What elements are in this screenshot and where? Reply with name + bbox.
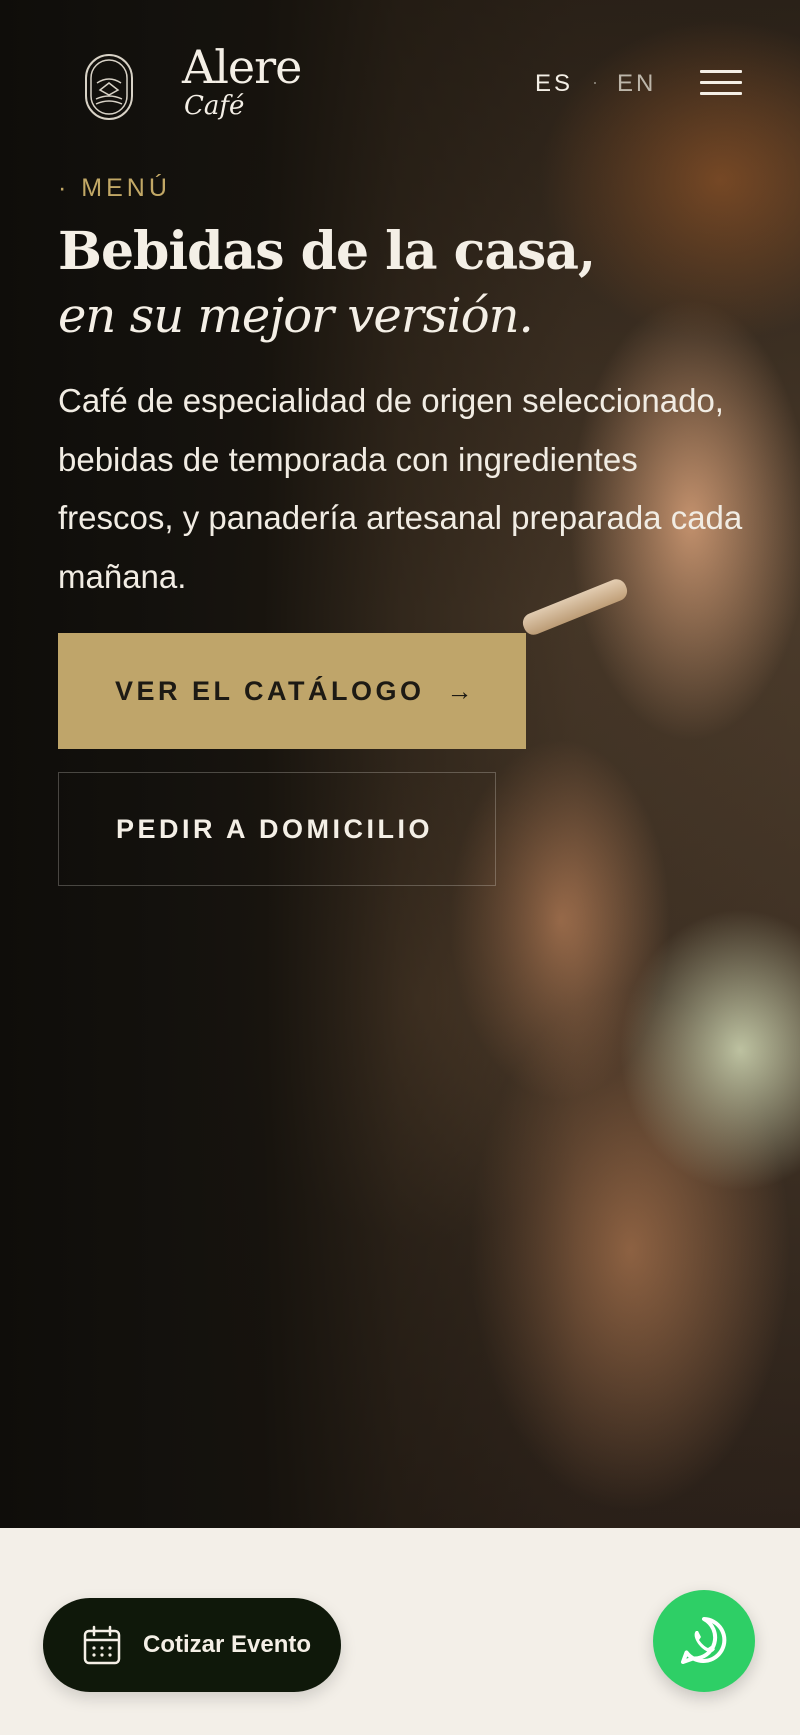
view-catalog-button[interactable]: VER EL CATÁLOGO → <box>58 633 526 749</box>
quote-event-label: Cotizar Evento <box>143 1631 312 1658</box>
order-delivery-button[interactable]: PEDIR A DOMICILIO <box>58 772 496 886</box>
cafe-emblem-icon[interactable] <box>84 53 134 121</box>
hero-lead-text: Café de especialidad de origen seleccion… <box>58 382 743 595</box>
hero-title-line2: en su mejor versión. <box>58 288 534 344</box>
hamburger-menu-icon[interactable] <box>700 70 742 100</box>
brand-logo[interactable]: Alere Café <box>182 40 302 121</box>
lang-en-link[interactable]: EN <box>617 70 656 98</box>
lang-es-link[interactable]: ES <box>535 70 573 98</box>
section-eyebrow: · MENÚ <box>58 174 171 202</box>
site-header: Alere Café ES · EN <box>0 0 800 175</box>
whatsapp-button[interactable] <box>653 1590 755 1692</box>
view-catalog-label: VER EL CATÁLOGO <box>115 675 425 706</box>
hero-title-line1: Bebidas de la casa, <box>58 221 596 282</box>
lang-separator: · <box>592 72 598 92</box>
brand-name: Alere <box>182 40 302 94</box>
order-delivery-label: PEDIR A DOMICILIO <box>116 813 434 844</box>
brand-subtitle: Café <box>184 91 245 121</box>
whatsapp-icon <box>681 1617 727 1664</box>
arrow-right-icon: → <box>446 675 473 706</box>
calendar-icon <box>83 1625 121 1665</box>
quote-event-button[interactable]: Cotizar Evento <box>43 1598 341 1692</box>
